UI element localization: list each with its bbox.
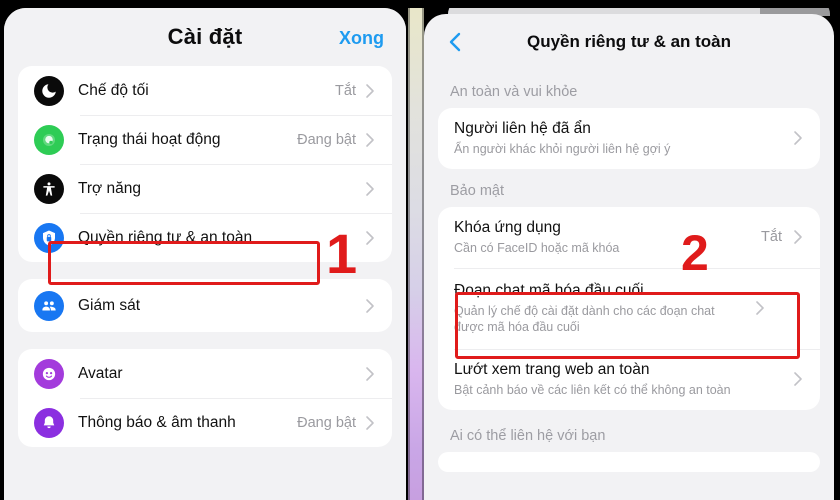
done-button[interactable]: Xong <box>339 28 384 49</box>
settings-row-active-status[interactable]: Trạng thái hoạt động Đang bật <box>18 115 392 164</box>
row-title: Người liên hệ đã ẩn <box>454 120 591 137</box>
privacy-group-wellbeing: Người liên hệ đã ẩn Ẩn người khác khỏi n… <box>438 108 820 169</box>
settings-row-dark-mode[interactable]: Chế độ tối Tắt <box>18 66 392 115</box>
top-border <box>0 0 840 8</box>
lock-shield-icon <box>34 222 64 253</box>
privacy-header: Quyền riêng tư & an toàn <box>424 14 834 70</box>
supervision-people-icon <box>34 290 64 321</box>
settings-row-label: Thông báo & âm thanh <box>78 413 236 431</box>
chevron-right-icon <box>364 415 376 431</box>
row-subtitle: Ẩn người khác khỏi người liên hệ gợi ý <box>454 142 671 156</box>
chevron-right-icon <box>364 83 376 99</box>
privacy-row-e2ee-chats[interactable]: Đoạn chat mã hóa đầu cuối Quản lý chế độ… <box>438 268 820 349</box>
row-title: Đoạn chat mã hóa đầu cuối <box>454 282 644 299</box>
chevron-right-icon <box>364 366 376 382</box>
settings-row-avatar[interactable]: Avatar <box>18 349 392 398</box>
privacy-row-hidden-contacts[interactable]: Người liên hệ đã ẩn Ẩn người khác khỏi n… <box>438 108 820 169</box>
avatar-face-icon <box>34 358 64 389</box>
privacy-row-safe-browsing[interactable]: Lướt xem trang web an toàn Bật cảnh báo … <box>438 349 820 410</box>
chevron-left-icon[interactable] <box>444 30 468 54</box>
settings-row-label: Quyền riêng tư & an toàn <box>78 228 253 246</box>
settings-group-2: Giám sát <box>18 279 392 332</box>
privacy-group-who-can-contact <box>438 452 820 472</box>
row-title: Khóa ứng dụng <box>454 219 561 236</box>
privacy-group-security: Khóa ứng dụng Cần có FaceID hoặc mã khóa… <box>438 207 820 410</box>
settings-row-notifications-sounds[interactable]: Thông báo & âm thanh Đang bật <box>18 398 392 447</box>
settings-row-value: Tắt <box>335 82 356 99</box>
chevron-right-icon <box>792 130 804 146</box>
row-title: Lướt xem trang web an toàn <box>454 361 650 378</box>
settings-row-label: Trợ năng <box>78 179 142 197</box>
row-subtitle: Bật cảnh báo về các liên kết có thể khôn… <box>454 383 731 397</box>
settings-row-supervision[interactable]: Giám sát <box>18 279 392 332</box>
page-title: Cài đặt <box>167 24 243 49</box>
bell-icon <box>34 407 64 438</box>
step-number-one: 1 <box>326 222 358 285</box>
chevron-right-icon <box>364 298 376 314</box>
panel-divider <box>408 0 424 500</box>
page-title: Quyền riêng tư & an toàn <box>526 32 732 51</box>
row-subtitle: Quản lý chế độ cài đặt dành cho các đoạn… <box>454 304 715 334</box>
settings-group-3: Avatar Thông báo & âm thanh Đang bật <box>18 349 392 447</box>
active-status-icon <box>34 124 64 155</box>
settings-row-label: Chế độ tối <box>78 81 149 99</box>
left-border <box>0 0 4 500</box>
row-value: Tắt <box>761 229 782 245</box>
step-number-two: 2 <box>681 225 709 281</box>
chevron-right-icon <box>792 371 804 387</box>
settings-row-value: Đang bật <box>297 131 356 148</box>
privacy-row-app-lock[interactable]: Khóa ứng dụng Cần có FaceID hoặc mã khóa… <box>438 207 820 268</box>
settings-row-value: Đang bật <box>297 414 356 431</box>
moon-icon <box>34 75 64 106</box>
accessibility-icon <box>34 173 64 204</box>
section-heading-who-can-contact: Ai có thể liên hệ với bạn <box>450 428 606 444</box>
privacy-safety-panel: Quyền riêng tư & an toàn An toàn và vui … <box>424 14 834 500</box>
chevron-right-icon <box>364 230 376 246</box>
section-heading-wellbeing: An toàn và vui khỏe <box>450 84 578 100</box>
settings-row-label: Trạng thái hoạt động <box>78 130 221 148</box>
settings-header: Cài đặt Xong <box>4 8 406 66</box>
screenshot-canvas: Cài đặt Xong Chế độ tối Tắt Trạng thái h… <box>0 0 840 500</box>
section-heading-security: Bảo mật <box>450 183 504 199</box>
chevron-right-icon <box>364 132 376 148</box>
row-subtitle: Cần có FaceID hoặc mã khóa <box>454 241 620 255</box>
chevron-right-icon <box>364 181 376 197</box>
settings-row-accessibility[interactable]: Trợ năng <box>18 164 392 213</box>
right-border <box>834 0 840 500</box>
settings-row-label: Avatar <box>78 364 123 382</box>
chevron-right-icon <box>792 229 804 245</box>
chevron-right-icon <box>754 300 766 316</box>
settings-row-label: Giám sát <box>78 296 141 314</box>
